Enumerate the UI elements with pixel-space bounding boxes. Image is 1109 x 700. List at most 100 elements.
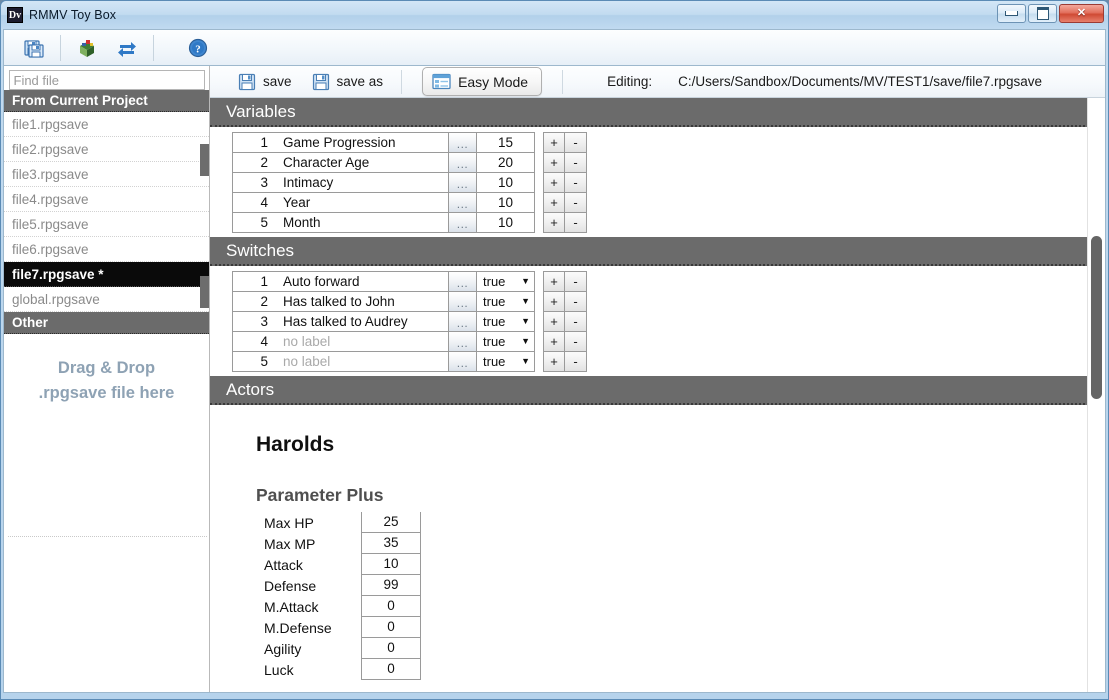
switch-id: 3	[232, 311, 276, 332]
variable-name-input[interactable]: Game Progression	[276, 132, 448, 153]
switch-name-input[interactable]: Has talked to John	[276, 291, 448, 312]
switch-increment-button[interactable]: +	[543, 351, 565, 372]
variable-browse-button[interactable]: ...	[448, 172, 477, 193]
drag-drop-zone[interactable]: Drag & Drop .rpgsave file here	[4, 356, 209, 406]
sidebar-scrollbar[interactable]	[199, 92, 209, 692]
variable-name-input[interactable]: Month	[276, 212, 448, 233]
list-item[interactable]: global.rpgsave	[4, 287, 209, 312]
table-row: 4 Year ... 10 + -	[232, 192, 1105, 213]
switches-list: 1 Auto forward ... true ▼ + - 2 Has talk…	[210, 266, 1105, 376]
switch-browse-button[interactable]: ...	[448, 311, 477, 332]
variable-decrement-button[interactable]: -	[565, 132, 587, 153]
switch-name-input[interactable]: no label	[276, 331, 448, 352]
switch-browse-button[interactable]: ...	[448, 331, 477, 352]
variable-name-input[interactable]: Year	[276, 192, 448, 213]
save-label: save	[263, 74, 292, 89]
window-title: RMMV Toy Box	[29, 8, 117, 22]
list-item[interactable]: file2.rpgsave	[4, 137, 209, 162]
variable-value-input[interactable]: 10	[477, 172, 535, 193]
sidebar-scroll-thumb-2[interactable]	[200, 276, 209, 308]
variable-increment-button[interactable]: +	[543, 172, 565, 193]
variable-increment-button[interactable]: +	[543, 192, 565, 213]
switch-decrement-button[interactable]: -	[565, 271, 587, 292]
maximize-button[interactable]	[1028, 4, 1057, 23]
variable-decrement-button[interactable]: -	[565, 192, 587, 213]
app-icon: Dv	[7, 7, 23, 23]
switch-decrement-button[interactable]: -	[565, 331, 587, 352]
switch-browse-button[interactable]: ...	[448, 351, 477, 372]
param-value-input[interactable]: 0	[361, 638, 421, 659]
switch-value-select[interactable]: true ▼	[477, 271, 535, 292]
refresh-icon	[118, 41, 136, 57]
list-item[interactable]: file1.rpgsave	[4, 112, 209, 137]
switch-decrement-button[interactable]: -	[565, 311, 587, 332]
variable-increment-button[interactable]: +	[543, 212, 565, 233]
switch-increment-button[interactable]: +	[543, 331, 565, 352]
switch-value-select[interactable]: true ▼	[477, 311, 535, 332]
save-button[interactable]: save	[234, 67, 308, 97]
switch-value-select[interactable]: true ▼	[477, 291, 535, 312]
param-value-input[interactable]: 10	[361, 554, 421, 575]
content-scrollbar[interactable]	[1087, 98, 1105, 692]
list-item[interactable]: file3.rpgsave	[4, 162, 209, 187]
switch-name-input[interactable]: Has talked to Audrey	[276, 311, 448, 332]
param-value-input[interactable]: 25	[361, 512, 421, 533]
save-project-icon	[24, 39, 44, 58]
close-button[interactable]: ✕	[1059, 4, 1104, 23]
save-as-button[interactable]: save as	[308, 67, 400, 97]
table-row: 5 Month ... 10 + -	[232, 212, 1105, 233]
switch-browse-button[interactable]: ...	[448, 291, 477, 312]
sidebar-group-header: From Current Project	[4, 90, 209, 112]
param-label: Defense	[264, 577, 317, 594]
switch-increment-button[interactable]: +	[543, 271, 565, 292]
project-button[interactable]	[67, 33, 107, 63]
variable-decrement-button[interactable]: -	[565, 152, 587, 173]
file-sidebar: From Current Project file1.rpgsave file2…	[4, 66, 210, 692]
switch-name-input[interactable]: no label	[276, 351, 448, 372]
help-button[interactable]: ?	[178, 33, 218, 63]
switch-value-select[interactable]: true ▼	[477, 331, 535, 352]
minimize-button[interactable]	[997, 4, 1026, 23]
list-item[interactable]: file4.rpgsave	[4, 187, 209, 212]
param-value-input[interactable]: 0	[361, 659, 421, 680]
switch-browse-button[interactable]: ...	[448, 271, 477, 292]
variable-decrement-button[interactable]: -	[565, 212, 587, 233]
switch-value-label: true	[483, 294, 506, 309]
switch-name-input[interactable]: Auto forward	[276, 271, 448, 292]
variable-name-input[interactable]: Character Age	[276, 152, 448, 173]
variable-increment-button[interactable]: +	[543, 132, 565, 153]
variable-increment-button[interactable]: +	[543, 152, 565, 173]
list-item[interactable]: file5.rpgsave	[4, 212, 209, 237]
variable-browse-button[interactable]: ...	[448, 132, 477, 153]
switch-decrement-button[interactable]: -	[565, 351, 587, 372]
list-item[interactable]: file6.rpgsave	[4, 237, 209, 262]
variable-value-input[interactable]: 10	[477, 192, 535, 213]
variable-browse-button[interactable]: ...	[448, 192, 477, 213]
switch-increment-button[interactable]: +	[543, 291, 565, 312]
switch-value-select[interactable]: true ▼	[477, 351, 535, 372]
param-value-input[interactable]: 99	[361, 575, 421, 596]
content-scroll-thumb[interactable]	[1091, 236, 1102, 399]
param-row: Luck 0	[256, 659, 1105, 680]
variable-browse-button[interactable]: ...	[448, 212, 477, 233]
param-value-input[interactable]: 0	[361, 596, 421, 617]
switch-decrement-button[interactable]: -	[565, 291, 587, 312]
param-value-input[interactable]: 35	[361, 533, 421, 554]
variable-id: 2	[232, 152, 276, 173]
param-value-input[interactable]: 0	[361, 617, 421, 638]
variable-value-input[interactable]: 15	[477, 132, 535, 153]
variable-value-input[interactable]: 10	[477, 212, 535, 233]
refresh-button[interactable]	[107, 33, 147, 63]
variable-browse-button[interactable]: ...	[448, 152, 477, 173]
search-input[interactable]	[8, 70, 205, 90]
sidebar-scroll-thumb-1[interactable]	[200, 144, 209, 176]
easy-mode-button[interactable]: Easy Mode	[422, 67, 543, 96]
switch-increment-button[interactable]: +	[543, 311, 565, 332]
sidebar-divider	[8, 536, 207, 537]
save-project-button[interactable]	[14, 33, 54, 63]
application-window: Dv RMMV Toy Box ✕ ? Find file From Curre…	[0, 0, 1109, 700]
list-item-selected[interactable]: file7.rpgsave *	[4, 262, 209, 287]
variable-name-input[interactable]: Intimacy	[276, 172, 448, 193]
variable-decrement-button[interactable]: -	[565, 172, 587, 193]
variable-value-input[interactable]: 20	[477, 152, 535, 173]
